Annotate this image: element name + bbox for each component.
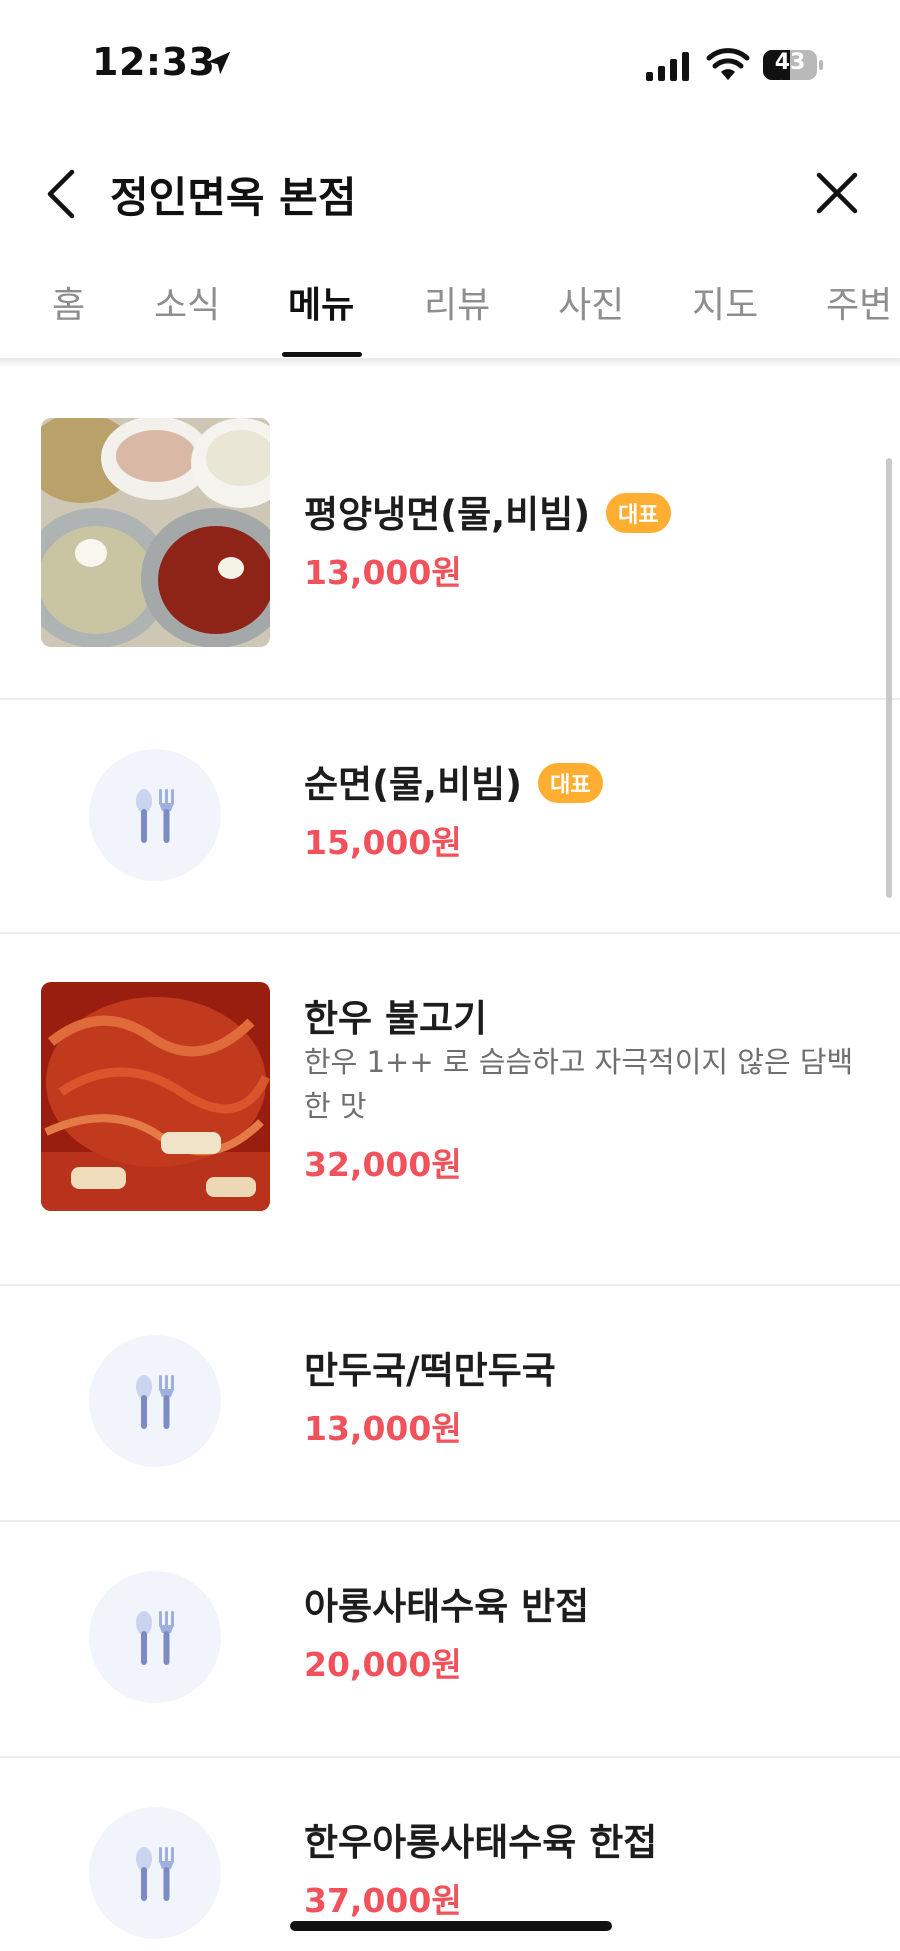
bulgogi-photo	[41, 982, 270, 1211]
menu-placeholder	[89, 749, 221, 881]
menu-item-price: 13,000원	[304, 553, 462, 592]
header: 정인면옥 본점	[0, 150, 900, 240]
menu-item-name: 아롱사태수육 반접	[304, 1585, 590, 1628]
cutlery-icon	[136, 789, 174, 843]
menu-list: 평양냉면(물,비빔) 대표 13,000원 순면(물,비빔) 대표 15,000원	[0, 368, 900, 1951]
menu-item-price: 37,000원	[304, 1881, 462, 1920]
naengmyeon-photo	[41, 418, 270, 647]
page-title: 정인면옥 본점	[110, 173, 357, 222]
location-arrow-icon	[207, 51, 231, 75]
menu-item-name: 한우아롱사태수육 한접	[304, 1821, 658, 1864]
menu-item[interactable]: 순면(물,비빔) 대표 15,000원	[0, 698, 900, 934]
menu-item-name: 만두국/떡만두국	[304, 1349, 556, 1392]
tab-nearby[interactable]: 주변	[826, 276, 892, 328]
cutlery-icon	[136, 1375, 174, 1429]
tab-news[interactable]: 소식	[154, 276, 220, 328]
menu-item-name: 순면(물,비빔) 대표	[304, 754, 603, 808]
signature-badge: 대표	[606, 492, 671, 533]
wifi-icon	[706, 48, 750, 80]
home-indicator[interactable]	[290, 1921, 612, 1931]
cellular-signal-icon	[646, 52, 689, 81]
tab-home[interactable]: 홈	[52, 276, 85, 328]
close-icon[interactable]	[812, 168, 862, 218]
menu-item[interactable]: 한우 불고기 한우 1++ 로 슴슴하고 자극적이지 않은 담백한 맛 32,0…	[0, 932, 900, 1286]
status-bar: 12:33 43	[0, 0, 900, 110]
battery-level: 43	[774, 50, 806, 75]
scrollbar[interactable]	[886, 458, 892, 898]
chevron-left-icon[interactable]	[40, 164, 84, 224]
menu-item[interactable]: 아롱사태수육 반접 20,000원	[0, 1520, 900, 1758]
tab-photos[interactable]: 사진	[558, 276, 624, 328]
menu-item-price: 32,000원	[304, 1145, 462, 1184]
menu-item-name: 한우 불고기	[304, 997, 488, 1040]
menu-placeholder	[89, 1807, 221, 1939]
cutlery-icon	[136, 1847, 174, 1901]
tab-bar: 홈 소식 메뉴 리뷰 사진 지도 주변	[0, 266, 900, 359]
menu-placeholder	[89, 1571, 221, 1703]
status-time: 12:33	[92, 40, 216, 84]
menu-item-price: 13,000원	[304, 1409, 462, 1448]
tab-divider	[0, 358, 900, 368]
menu-item-description: 한우 1++ 로 슴슴하고 자극적이지 않은 담백한 맛	[304, 1045, 854, 1123]
menu-item[interactable]: 만두국/떡만두국 13,000원	[0, 1284, 900, 1522]
tab-reviews[interactable]: 리뷰	[424, 276, 490, 328]
signature-badge: 대표	[538, 762, 603, 803]
tab-menu[interactable]: 메뉴	[288, 276, 354, 328]
cutlery-icon	[136, 1611, 174, 1665]
active-tab-indicator	[282, 352, 362, 357]
menu-placeholder	[89, 1335, 221, 1467]
tab-map[interactable]: 지도	[692, 276, 758, 328]
menu-item[interactable]: 평양냉면(물,비빔) 대표 13,000원	[0, 368, 900, 700]
menu-item-price: 20,000원	[304, 1645, 462, 1684]
menu-item-name: 평양냉면(물,비빔) 대표	[304, 484, 671, 538]
menu-item-price: 15,000원	[304, 823, 462, 862]
